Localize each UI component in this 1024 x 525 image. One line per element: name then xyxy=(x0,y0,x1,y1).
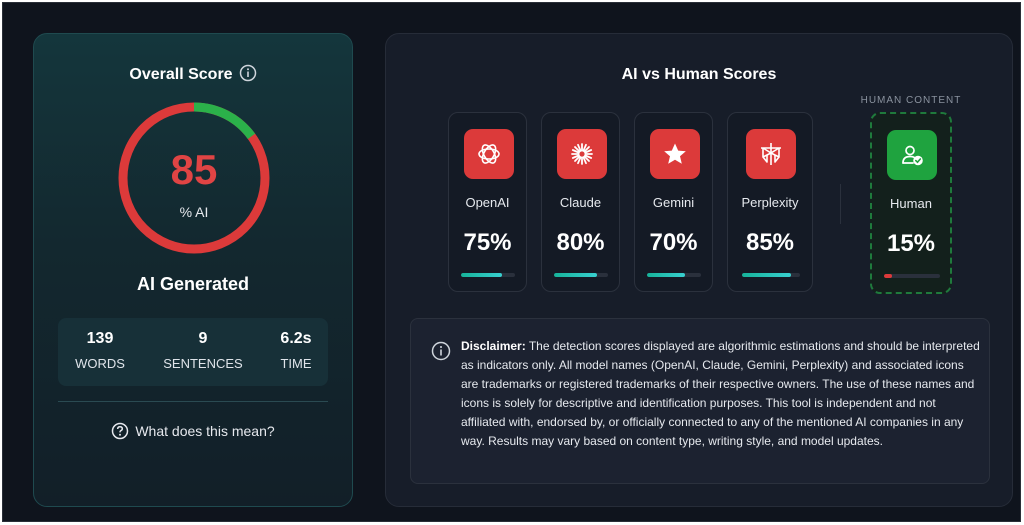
stat-value: 139 xyxy=(86,330,114,347)
compare-title: AI vs Human Scores xyxy=(621,66,777,83)
model-percent: 80% xyxy=(556,229,605,256)
disclaimer-panel: Disclaimer: The detection scores display… xyxy=(410,318,990,484)
section-divider xyxy=(840,184,841,224)
model-percent: 70% xyxy=(649,229,698,256)
overall-score-label: Overall Score xyxy=(129,66,233,83)
model-name: OpenAI xyxy=(465,195,510,210)
model-score-bar-fill xyxy=(742,273,792,277)
model-percent: 75% xyxy=(463,229,512,256)
model-score-bar-fill xyxy=(461,273,502,277)
model-card-human[interactable]: Human 15% xyxy=(870,112,952,294)
question-circle-icon xyxy=(112,422,129,440)
stat-sentences: 9 SENTENCES xyxy=(150,330,256,371)
model-score-bar-fill xyxy=(647,273,685,277)
stat-value: 6.2s xyxy=(280,330,312,347)
info-icon xyxy=(431,341,451,361)
model-card-perplexity[interactable]: Perplexity 85% xyxy=(727,112,813,292)
perplexity-icon xyxy=(746,129,796,179)
verdict-label: AI Generated xyxy=(136,274,250,294)
model-name: Gemini xyxy=(652,195,695,210)
stat-value: 9 xyxy=(198,330,208,347)
overall-score-value: 85 xyxy=(170,146,218,193)
disclaimer-text: Disclaimer: The detection scores display… xyxy=(461,337,981,451)
app-frame: Overall Score 85 % AI AI Generated 139 W… xyxy=(2,2,1021,522)
stats-panel: 139 WORDS 9 SENTENCES 6.2s TIME xyxy=(58,318,328,386)
human-check-icon xyxy=(887,130,937,180)
stat-label: SENTENCES xyxy=(163,356,243,371)
gemini-star-icon xyxy=(650,129,700,179)
model-name: Perplexity xyxy=(741,195,799,210)
human-content-label: HUMAN CONTENT xyxy=(860,95,962,106)
model-score-bar-fill xyxy=(554,273,598,277)
disclaimer-body: The detection scores displayed are algor… xyxy=(461,339,980,448)
model-card-gemini[interactable]: Gemini 70% xyxy=(634,112,713,292)
overall-score-card: Overall Score 85 % AI AI Generated 139 W… xyxy=(33,33,353,507)
model-name: Human xyxy=(890,196,932,211)
ai-vs-human-card: AI vs Human Scores OpenAI 75% Claude 80%… xyxy=(385,33,1013,507)
model-card-claude[interactable]: Claude 80% xyxy=(541,112,620,292)
openai-icon xyxy=(464,129,514,179)
model-score-bar xyxy=(742,273,800,277)
model-card-openai[interactable]: OpenAI 75% xyxy=(448,112,527,292)
overall-score-title: Overall Score xyxy=(34,64,352,87)
human-score-bar-fill xyxy=(884,274,893,278)
stat-label: WORDS xyxy=(75,356,125,371)
stat-time: 6.2s TIME xyxy=(260,330,332,371)
human-score-bar xyxy=(884,274,940,278)
stat-label: TIME xyxy=(280,356,312,371)
disclaimer-label: Disclaimer: xyxy=(461,339,526,353)
model-score-bar xyxy=(461,273,515,277)
model-score-bar xyxy=(647,273,701,277)
model-score-bar xyxy=(554,273,608,277)
claude-icon xyxy=(557,129,607,179)
help-link-label: What does this mean? xyxy=(135,423,275,439)
stat-words: 139 WORDS xyxy=(58,330,142,371)
divider xyxy=(58,401,328,402)
what-does-this-mean-link[interactable]: What does this mean? xyxy=(34,422,352,440)
model-percent: 15% xyxy=(886,230,936,257)
overall-score-unit: % AI xyxy=(179,204,209,220)
info-icon[interactable] xyxy=(239,64,257,87)
model-percent: 85% xyxy=(745,229,795,256)
model-name: Claude xyxy=(559,195,602,210)
